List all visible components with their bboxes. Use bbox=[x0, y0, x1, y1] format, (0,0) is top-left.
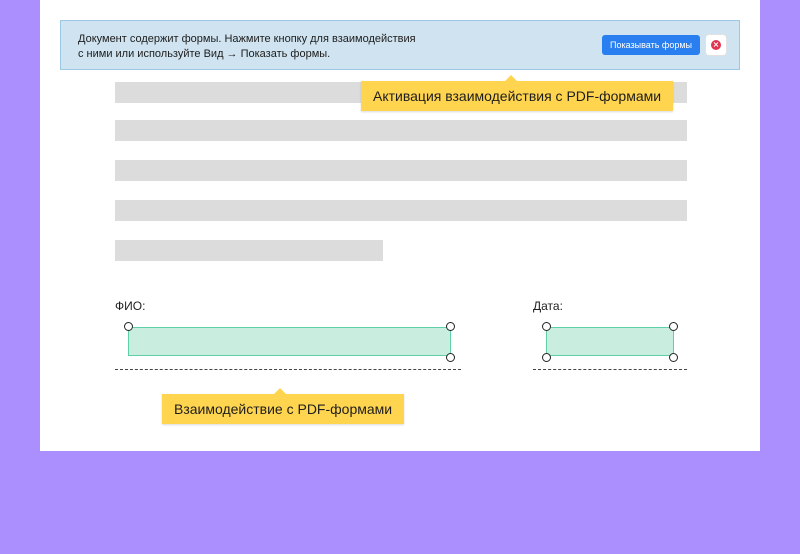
resize-handle[interactable] bbox=[124, 322, 133, 331]
forms-infobar: Документ содержит формы. Нажмите кнопку … bbox=[60, 20, 740, 70]
name-label: ФИО: bbox=[115, 299, 146, 313]
text-line-placeholder bbox=[115, 120, 687, 141]
callout-pointer bbox=[505, 75, 517, 81]
activation-callout-text: Активация взаимодействия с PDF-формами bbox=[373, 88, 662, 104]
resize-handle[interactable] bbox=[669, 353, 678, 362]
document-page: Документ содержит формы. Нажмите кнопку … bbox=[40, 0, 760, 451]
resize-handle[interactable] bbox=[446, 353, 455, 362]
resize-handle[interactable] bbox=[542, 322, 551, 331]
resize-handle[interactable] bbox=[446, 322, 455, 331]
text-line-placeholder bbox=[115, 200, 687, 221]
date-underline bbox=[533, 369, 687, 370]
infobar-message: Документ содержит формы. Нажмите кнопку … bbox=[78, 32, 458, 62]
text-line-placeholder bbox=[115, 160, 687, 181]
close-icon: × bbox=[711, 40, 721, 50]
date-field[interactable] bbox=[546, 327, 674, 356]
resize-handle[interactable] bbox=[669, 322, 678, 331]
callout-pointer bbox=[274, 388, 286, 394]
name-field[interactable] bbox=[128, 327, 451, 356]
interaction-callout-text: Взаимодействие с PDF-формами bbox=[174, 401, 393, 417]
activation-callout: Активация взаимодействия с PDF-формами bbox=[361, 75, 674, 111]
date-label: Дата: bbox=[533, 299, 563, 313]
infobar-message-line-2: с ними или используйте Вид → Показать фо… bbox=[78, 48, 331, 60]
text-line-placeholder bbox=[115, 240, 383, 261]
show-forms-button[interactable]: Показывать формы bbox=[602, 35, 700, 55]
infobar-message-line-1: Документ содержит формы. Нажмите кнопку … bbox=[78, 33, 416, 45]
close-infobar-button[interactable]: × bbox=[706, 35, 726, 55]
resize-handle[interactable] bbox=[542, 353, 551, 362]
interaction-callout: Взаимодействие с PDF-формами bbox=[162, 388, 405, 424]
name-underline bbox=[115, 369, 461, 370]
